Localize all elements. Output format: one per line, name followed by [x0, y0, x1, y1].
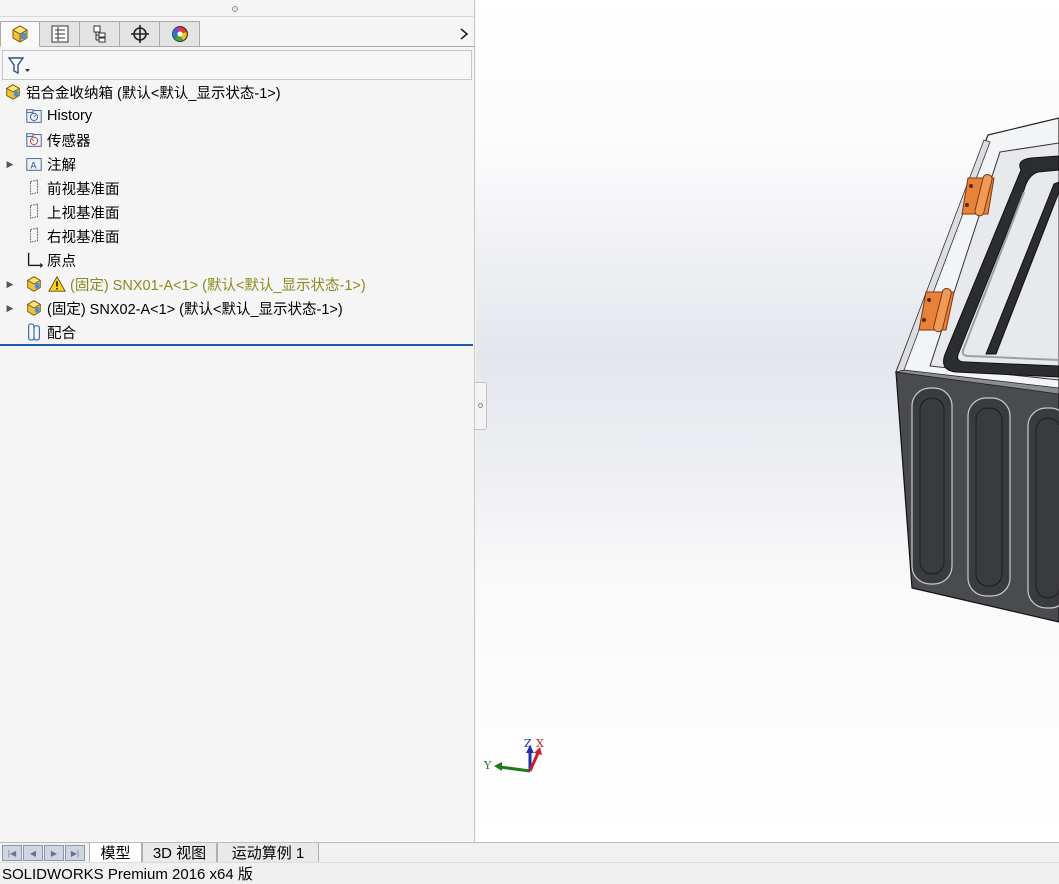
plane-icon: [24, 202, 44, 222]
assembly-icon: [3, 82, 23, 102]
tree-rollback-bar[interactable]: [0, 344, 473, 346]
plane-icon: [24, 226, 44, 246]
tree-item-label: 上视基准面: [47, 205, 120, 222]
tree-item-mates[interactable]: 配合: [24, 321, 76, 343]
next-tab-button[interactable]: ▶: [44, 845, 64, 861]
tab-baseline: [200, 46, 475, 47]
triad-z-label: Z: [524, 737, 532, 750]
tree-item-label: 前视基准面: [47, 181, 120, 198]
expand-snx01-toggle[interactable]: ▶: [5, 273, 15, 295]
tree-item-snx01[interactable]: (固定) SNX01-A<1> (默认<默认_显示状态-1>): [24, 273, 366, 295]
tree-item-label: (固定) SNX01-A<1> (默认<默认_显示状态-1>): [70, 277, 366, 294]
orientation-triad: Y Z X: [483, 737, 544, 773]
filter-bar: [2, 50, 472, 80]
first-tab-button[interactable]: |◀: [2, 845, 22, 861]
configuration-icon: [93, 25, 105, 43]
tree-item-label: 注解: [47, 157, 76, 174]
tab-display-manager[interactable]: [160, 21, 200, 47]
tree-item-label: 配合: [47, 325, 76, 342]
panel-grip[interactable]: [232, 6, 238, 12]
tree-root-label: 铝合金收纳箱 (默认<默认_显示状态-1>): [26, 85, 281, 102]
manager-tabs: [0, 21, 200, 47]
chevron-right-icon: [460, 28, 469, 40]
tree-item-top-plane[interactable]: 上视基准面: [24, 201, 120, 223]
tree-item-label: History: [47, 108, 93, 124]
tree-item-sensors[interactable]: 传感器: [24, 129, 91, 151]
status-bar: SOLIDWORKS Premium 2016 x64 版: [0, 862, 1059, 884]
tree-item-origin[interactable]: 原点: [24, 249, 76, 271]
tabs-scroll-right-button[interactable]: [455, 24, 473, 44]
tree-item-history[interactable]: History: [24, 105, 92, 127]
sensor-folder-icon: [24, 130, 44, 150]
status-text: SOLIDWORKS Premium 2016 x64 版: [2, 866, 253, 883]
box-model[interactable]: [476, 0, 1059, 842]
tree-item-snx02[interactable]: (固定) SNX02-A<1> (默认<默认_显示状态-1>): [24, 297, 343, 319]
tree-item-label: (固定) SNX02-A<1> (默认<默认_显示状态-1>): [47, 301, 343, 318]
tab-navigation: |◀ ◀ ▶ ▶|: [2, 845, 86, 861]
bottom-tab-bar: |◀ ◀ ▶ ▶| 模型 3D 视图 运动算例 1: [0, 842, 1059, 863]
tab-feature-manager[interactable]: [0, 21, 40, 47]
expand-annotations-toggle[interactable]: ▶: [5, 153, 15, 175]
feature-manager-panel: 铝合金收纳箱 (默认<默认_显示状态-1>) History 传感器 ▶ A 注…: [0, 0, 475, 842]
last-tab-button[interactable]: ▶|: [65, 845, 85, 861]
color-wheel-icon: [171, 26, 188, 42]
tab-3d-view[interactable]: 3D 视图: [142, 843, 217, 863]
panel-divider: [0, 16, 475, 17]
part-cube-icon: [11, 25, 29, 43]
part-icon: [24, 274, 44, 294]
tab-configuration-manager[interactable]: [80, 21, 120, 47]
annotation-folder-icon: A: [24, 154, 44, 174]
tree-item-annotations[interactable]: A 注解: [24, 153, 76, 175]
tree-item-label: 右视基准面: [47, 229, 120, 246]
warning-icon: [47, 274, 67, 294]
tab-model[interactable]: 模型: [89, 843, 142, 863]
crosshair-icon: [130, 25, 149, 43]
tree-item-label: 原点: [47, 253, 76, 270]
panel-splitter-handle[interactable]: [475, 382, 487, 430]
tree-item-right-plane[interactable]: 右视基准面: [24, 225, 120, 247]
tree-item-label: 传感器: [47, 133, 91, 150]
triad-y-label: Y: [483, 759, 492, 772]
filter-button[interactable]: [7, 55, 33, 77]
plane-icon: [24, 178, 44, 198]
svg-text:A: A: [30, 162, 37, 172]
tree-item-front-plane[interactable]: 前视基准面: [24, 177, 120, 199]
graphics-viewport[interactable]: Y Z X: [476, 0, 1059, 842]
tab-property-manager[interactable]: [40, 21, 80, 47]
triad-x-label: X: [536, 737, 544, 750]
history-folder-icon: [24, 106, 44, 126]
origin-icon: [24, 250, 44, 270]
property-list-icon: [51, 25, 68, 43]
prev-tab-button[interactable]: ◀: [23, 845, 43, 861]
tab-dimxpert-manager[interactable]: [120, 21, 160, 47]
tree-root[interactable]: 铝合金收纳箱 (默认<默认_显示状态-1>): [3, 81, 281, 103]
mate-icon: [24, 322, 44, 342]
expand-snx02-toggle[interactable]: ▶: [5, 297, 15, 319]
tab-motion-study[interactable]: 运动算例 1: [217, 843, 319, 863]
part-icon: [24, 298, 44, 318]
filter-icon: [7, 57, 30, 75]
